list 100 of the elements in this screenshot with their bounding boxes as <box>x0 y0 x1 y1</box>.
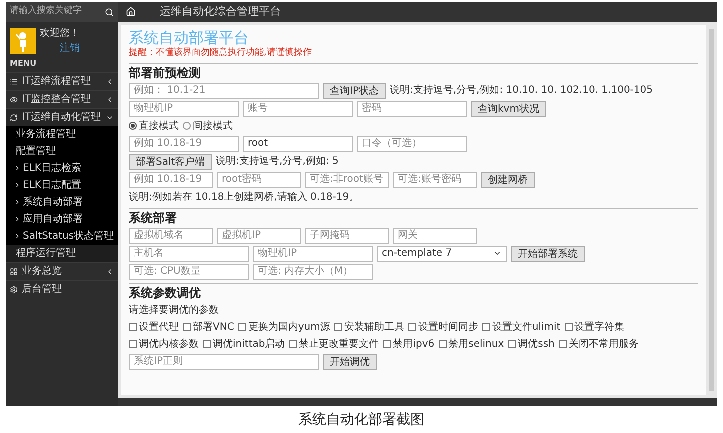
text-field[interactable]: 可选: CPU数量 <box>129 264 249 280</box>
menu-item[interactable]: IT监控整合管理 <box>6 91 118 108</box>
checkbox-option[interactable]: 更换为国内yum源 <box>238 320 330 334</box>
checkbox-option[interactable]: 禁止更改重要文件 <box>289 336 380 352</box>
chevron-left-icon <box>106 96 114 104</box>
checkbox-option[interactable]: 设置代理 <box>129 320 179 334</box>
action-button[interactable]: 开始部署系统 <box>511 246 585 262</box>
text-field[interactable]: 可选: 内存大小（M） <box>253 264 373 280</box>
checkbox[interactable] <box>482 323 490 331</box>
checkbox-option[interactable]: 安装辅助工具 <box>334 320 404 334</box>
note-text: 说明:支持逗号,分号,例如: 5 <box>216 154 339 169</box>
checkbox[interactable] <box>129 323 137 331</box>
checkbox[interactable] <box>238 323 246 331</box>
chevron-right-icon <box>14 182 21 189</box>
checkbox[interactable] <box>564 323 573 331</box>
menu-item[interactable]: 业务总览 <box>6 263 118 280</box>
submenu-item[interactable]: SaltStatus状态管理 <box>6 228 118 245</box>
text-field[interactable]: 密码 <box>357 100 467 116</box>
chevron-right-icon <box>14 216 21 223</box>
text-field[interactable]: 虚拟机IP <box>217 228 301 244</box>
radio-button[interactable] <box>129 122 137 130</box>
page-title: 系统自动部署平台 <box>129 29 250 47</box>
text-field[interactable]: 例如 10.18-19 <box>129 172 213 188</box>
text-field[interactable]: root密码 <box>217 172 301 188</box>
checkbox[interactable] <box>183 323 191 331</box>
action-button[interactable]: 部署Salt客户端 <box>129 154 212 170</box>
search-icon[interactable] <box>105 8 114 16</box>
search-field[interactable]: 请输入搜索关键字 <box>6 2 118 22</box>
logout-link[interactable]: 注销 <box>60 41 80 56</box>
checkbox[interactable] <box>203 340 211 348</box>
checkbox-option[interactable]: 设置文件ulimit <box>482 320 561 334</box>
chevron-left-icon <box>106 78 114 86</box>
text-field[interactable]: 例如： 10.1-21 <box>129 82 319 98</box>
submenu-item[interactable]: 系统自动部署 <box>6 194 118 211</box>
section-heading: 系统参数调优 <box>129 286 202 300</box>
text-field[interactable]: 主机名 <box>129 246 249 262</box>
checkbox-option[interactable]: 设置时间同步 <box>408 320 478 334</box>
action-button[interactable]: 查询IP状态 <box>323 82 386 98</box>
eye-icon <box>10 96 18 104</box>
scrollbar[interactable] <box>709 29 714 391</box>
menu-label: MENU <box>9 58 38 70</box>
text-field[interactable]: 子网掩码 <box>305 228 389 244</box>
figure-caption: 系统自动化部署截图 <box>298 411 424 430</box>
gear-icon <box>10 286 18 294</box>
checkbox[interactable] <box>129 340 137 348</box>
text-field[interactable]: 虚拟机域名 <box>129 228 213 244</box>
search-input[interactable]: 请输入搜索关键字 <box>10 5 101 19</box>
text-field[interactable]: 可选:非root账号 <box>305 172 389 188</box>
checkbox-option[interactable]: 关闭不常用服务 <box>558 336 639 352</box>
home-icon[interactable] <box>126 7 136 17</box>
section-heading: 部署前预检测 <box>129 66 202 80</box>
checkbox-option[interactable]: 调优内核参数 <box>129 336 199 352</box>
checkbox-option[interactable]: 调优inittab启动 <box>203 336 286 352</box>
submenu-item[interactable]: ELK日志检索 <box>6 160 118 177</box>
text-field[interactable]: 物理机IP <box>129 100 239 116</box>
action-button[interactable]: 开始调优 <box>323 354 377 370</box>
chevron-right-icon <box>14 165 21 172</box>
text-field[interactable]: 网关 <box>393 228 477 244</box>
checkbox-option[interactable]: 调优ssh <box>508 336 555 352</box>
avatar <box>10 28 36 54</box>
chevron-right-icon <box>14 199 21 206</box>
checkbox-option[interactable]: 部署VNC <box>183 320 234 334</box>
note-text: 请选择要调优的参数 <box>129 304 219 318</box>
checkbox-option[interactable]: 禁用ipv6 <box>383 336 435 352</box>
text-field[interactable]: 可选:账号密码 <box>393 172 477 188</box>
submenu-item[interactable]: 应用自动部署 <box>6 211 118 228</box>
checkbox[interactable] <box>508 340 516 348</box>
text-field[interactable]: 例如 10.18-19 <box>129 136 239 152</box>
welcome-text: 欢迎您！ <box>40 26 80 41</box>
template-select[interactable]: cn-template 7 <box>377 246 507 262</box>
submenu-item[interactable]: 配置管理 <box>6 143 118 160</box>
menu-item[interactable]: IT运维自动化管理 <box>6 109 118 126</box>
submenu-item[interactable]: 业务流程管理 <box>6 126 118 143</box>
text-field[interactable]: 口令（可选） <box>357 136 467 152</box>
text-field[interactable]: 系统IP正则 <box>129 354 319 370</box>
warning-text: 提醒：不懂该界面勿随意执行功能,请谨慎操作 <box>129 47 313 60</box>
checkbox[interactable] <box>334 323 342 331</box>
checkbox[interactable] <box>408 323 416 331</box>
radio-option[interactable]: 直接模式 <box>129 118 179 134</box>
action-button[interactable]: 查询kvm状况 <box>471 100 546 116</box>
text-field[interactable]: 物理机IP <box>253 246 373 262</box>
submenu-item[interactable]: ELK日志配置 <box>6 177 118 194</box>
chevron-right-icon <box>14 233 21 240</box>
menu-item[interactable]: 后台管理 <box>6 281 118 298</box>
text-field[interactable]: root <box>243 136 353 152</box>
checkbox-option[interactable]: 禁用selinux <box>438 336 504 352</box>
checkbox[interactable] <box>383 340 392 348</box>
checkbox-option[interactable]: 设置字符集 <box>564 320 625 334</box>
checkbox[interactable] <box>558 340 567 348</box>
menu-item[interactable]: IT运维流程管理 <box>6 73 118 90</box>
submenu-item[interactable]: 程序运行管理 <box>6 245 118 262</box>
radio-option[interactable]: 间接模式 <box>183 118 233 134</box>
note-text: 说明:支持逗号,分号,例如: 10.10. 10. 102.10. 1.100-105 <box>390 84 653 98</box>
checkbox[interactable] <box>289 340 298 348</box>
checkbox[interactable] <box>438 340 447 348</box>
note-text: 说明:例如若在 10.18上创建网桥,请输入 0.18-19。 <box>129 190 360 204</box>
action-button[interactable]: 创建网桥 <box>481 172 535 188</box>
text-field[interactable]: 账号 <box>243 100 353 116</box>
refresh-icon <box>10 114 18 122</box>
radio-button[interactable] <box>183 122 191 130</box>
